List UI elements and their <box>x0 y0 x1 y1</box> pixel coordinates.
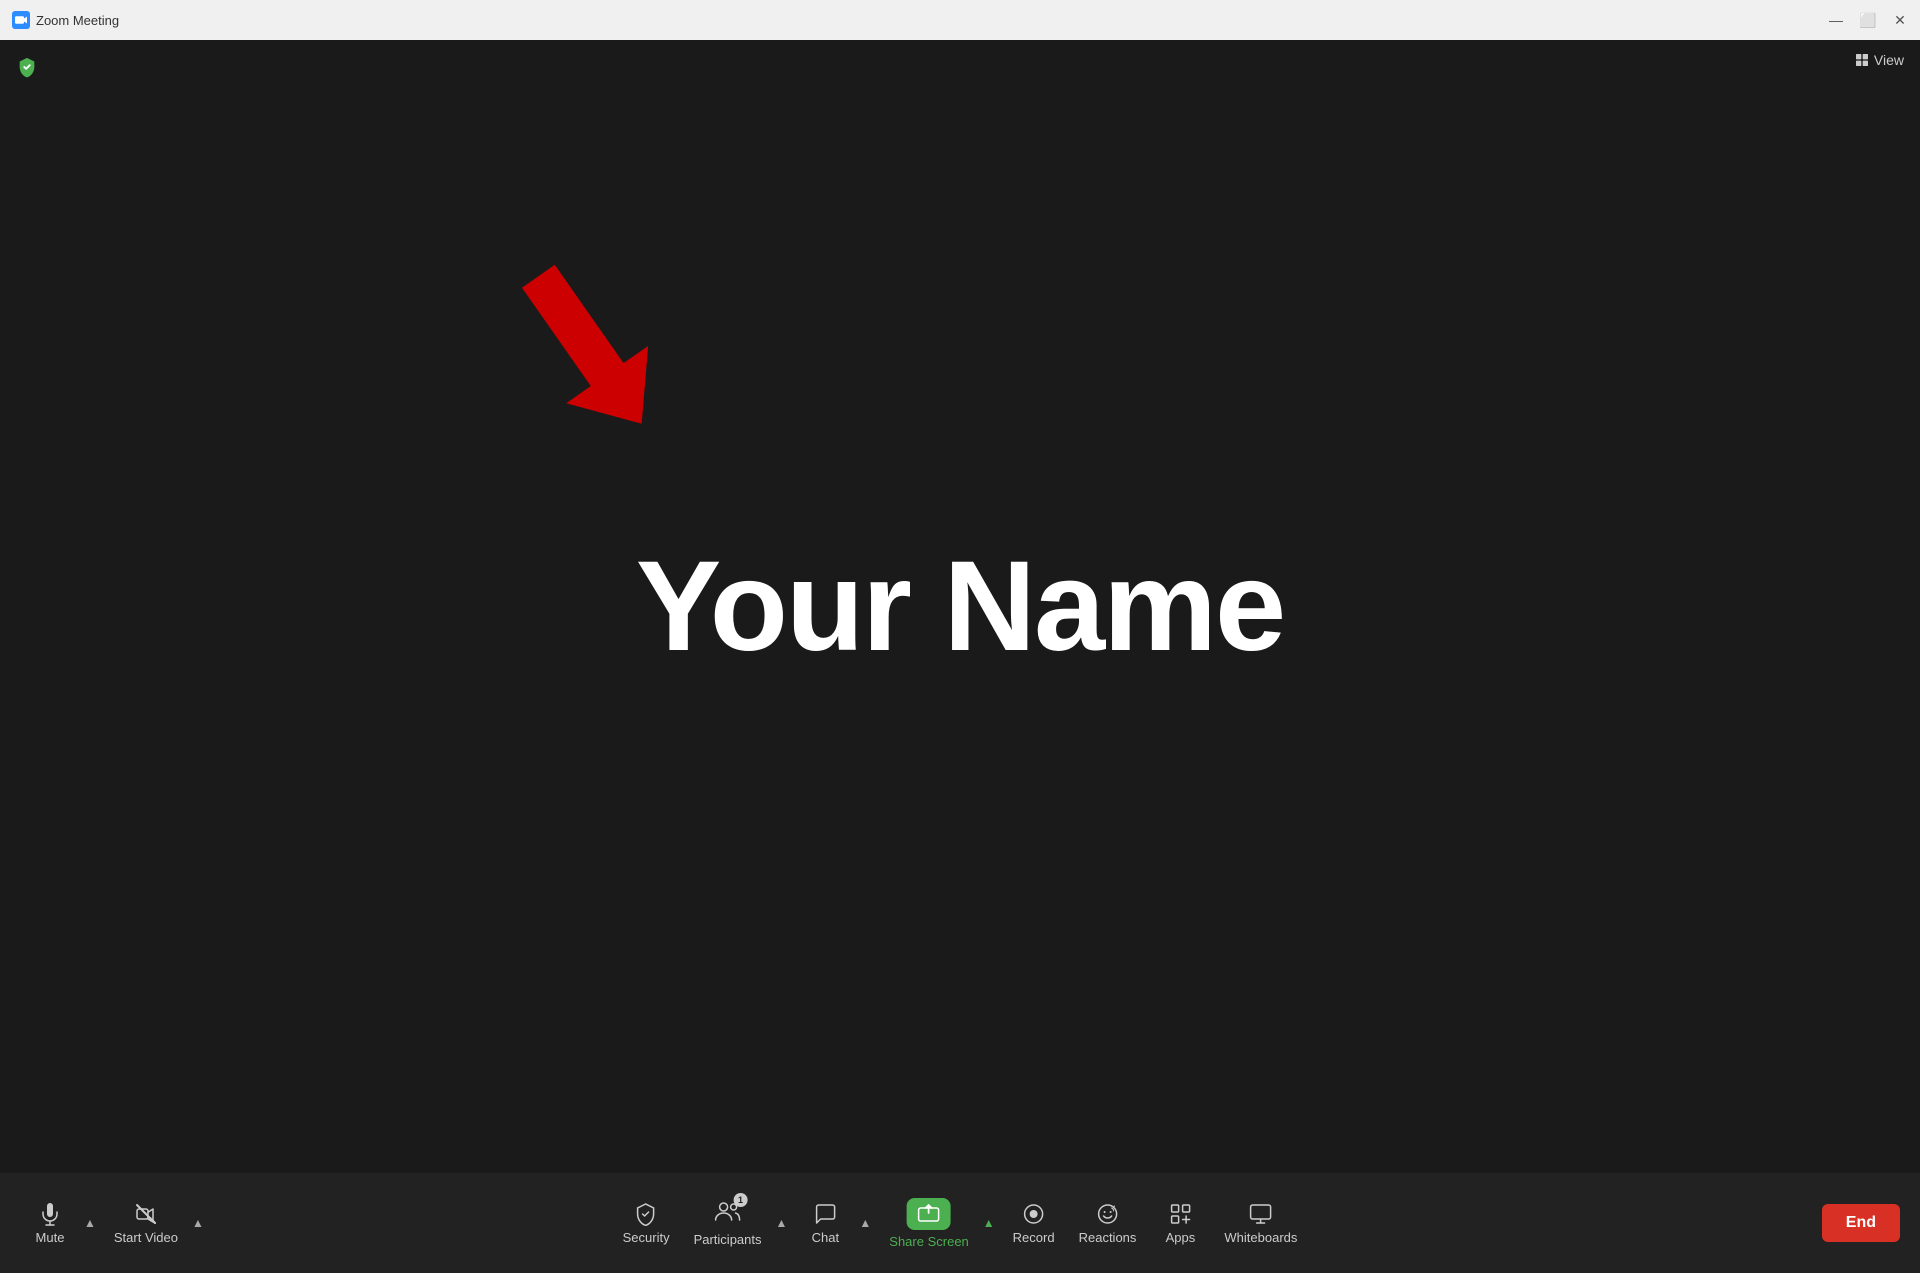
participants-icon-wrap: 1 <box>714 1199 742 1228</box>
reactions-label: Reactions <box>1079 1230 1137 1245</box>
apps-button[interactable]: Apps <box>1150 1196 1210 1251</box>
share-screen-button[interactable]: Share Screen <box>879 1192 979 1255</box>
view-icon <box>1854 52 1870 68</box>
end-button[interactable]: End <box>1822 1204 1900 1242</box>
mute-group: Mute ▲ <box>20 1196 100 1251</box>
participants-group: 1 Participants ▲ <box>684 1193 792 1253</box>
participant-name: Your Name <box>636 533 1284 680</box>
record-label: Record <box>1013 1230 1055 1245</box>
share-screen-label: Share Screen <box>889 1234 969 1249</box>
security-icon <box>634 1202 658 1226</box>
record-button[interactable]: Record <box>1003 1196 1065 1251</box>
participants-button[interactable]: 1 Participants <box>684 1193 772 1253</box>
chat-button[interactable]: Chat <box>795 1196 855 1251</box>
maximize-button[interactable]: ⬜ <box>1860 12 1876 28</box>
zoom-logo-icon <box>12 11 30 29</box>
whiteboards-button[interactable]: Whiteboards <box>1214 1196 1307 1251</box>
mute-button[interactable]: Mute <box>20 1196 80 1251</box>
share-screen-icon-bg <box>907 1198 951 1230</box>
participants-label: Participants <box>694 1232 762 1247</box>
video-chevron[interactable]: ▲ <box>188 1216 208 1230</box>
chat-icon <box>813 1202 837 1226</box>
security-shield-icon <box>16 56 38 83</box>
whiteboards-label: Whiteboards <box>1224 1230 1297 1245</box>
app-logo: Zoom Meeting <box>12 11 119 29</box>
start-video-button[interactable]: Start Video <box>104 1196 188 1251</box>
mute-label: Mute <box>36 1230 65 1245</box>
participants-chevron[interactable]: ▲ <box>772 1216 792 1230</box>
title-bar-title: Zoom Meeting <box>36 13 119 28</box>
chat-label: Chat <box>812 1230 839 1245</box>
security-button[interactable]: Security <box>613 1196 680 1251</box>
mute-chevron[interactable]: ▲ <box>80 1216 100 1230</box>
minimize-button[interactable]: — <box>1828 12 1844 28</box>
participants-badge: 1 <box>734 1193 748 1207</box>
pointer-arrow <box>480 240 700 460</box>
title-bar: Zoom Meeting — ⬜ ✕ <box>0 0 1920 40</box>
view-button[interactable]: View <box>1854 52 1904 68</box>
share-screen-icon <box>917 1204 941 1224</box>
video-group: Start Video ▲ <box>104 1196 208 1251</box>
security-label: Security <box>623 1230 670 1245</box>
record-icon <box>1022 1202 1046 1226</box>
whiteboards-icon <box>1249 1202 1273 1226</box>
chat-group: Chat ▲ <box>795 1196 875 1251</box>
share-screen-group: Share Screen ▲ <box>879 1192 998 1255</box>
video-off-icon <box>134 1202 158 1226</box>
toolbar-center: Security 1 Participants ▲ <box>613 1192 1308 1255</box>
toolbar-right: End <box>1802 1204 1900 1242</box>
apps-icon <box>1168 1202 1192 1226</box>
window-controls: — ⬜ ✕ <box>1828 12 1908 28</box>
toolbar: Mute ▲ Start Video ▲ <box>0 1173 1920 1273</box>
reactions-button[interactable]: Reactions <box>1069 1196 1147 1251</box>
reactions-icon <box>1096 1202 1120 1226</box>
view-label: View <box>1874 52 1904 68</box>
toolbar-left: Mute ▲ Start Video ▲ <box>20 1196 208 1251</box>
close-button[interactable]: ✕ <box>1892 12 1908 28</box>
start-video-label: Start Video <box>114 1230 178 1245</box>
main-video-area: View Your Name <box>0 40 1920 1173</box>
chat-chevron[interactable]: ▲ <box>855 1216 875 1230</box>
share-screen-chevron[interactable]: ▲ <box>979 1216 999 1230</box>
apps-label: Apps <box>1166 1230 1196 1245</box>
mic-icon <box>38 1202 62 1226</box>
